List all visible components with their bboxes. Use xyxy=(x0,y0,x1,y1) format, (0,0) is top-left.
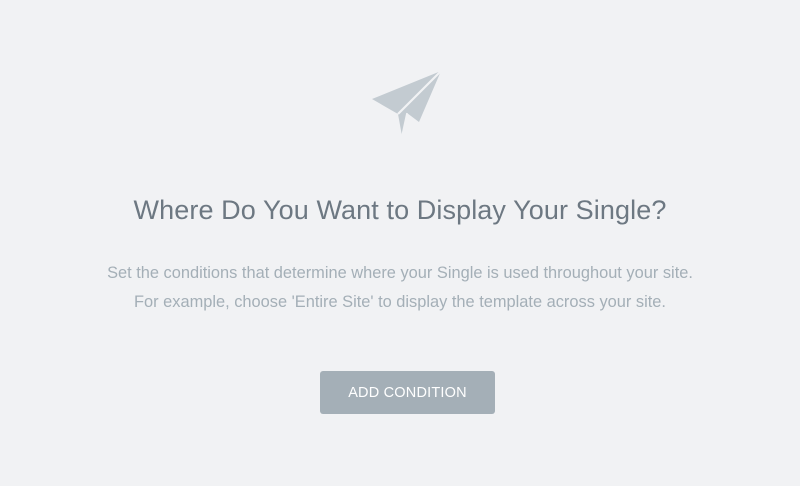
description-line-1: Set the conditions that determine where … xyxy=(107,264,693,282)
conditions-empty-state: Where Do You Want to Display Your Single… xyxy=(0,0,800,486)
add-condition-button[interactable]: ADD CONDITION xyxy=(320,371,495,414)
empty-state-title: Where Do You Want to Display Your Single… xyxy=(133,195,667,225)
paper-plane-icon xyxy=(371,69,443,139)
description-line-2: For example, choose 'Entire Site' to dis… xyxy=(134,293,666,311)
empty-state-description: Set the conditions that determine where … xyxy=(0,259,800,317)
